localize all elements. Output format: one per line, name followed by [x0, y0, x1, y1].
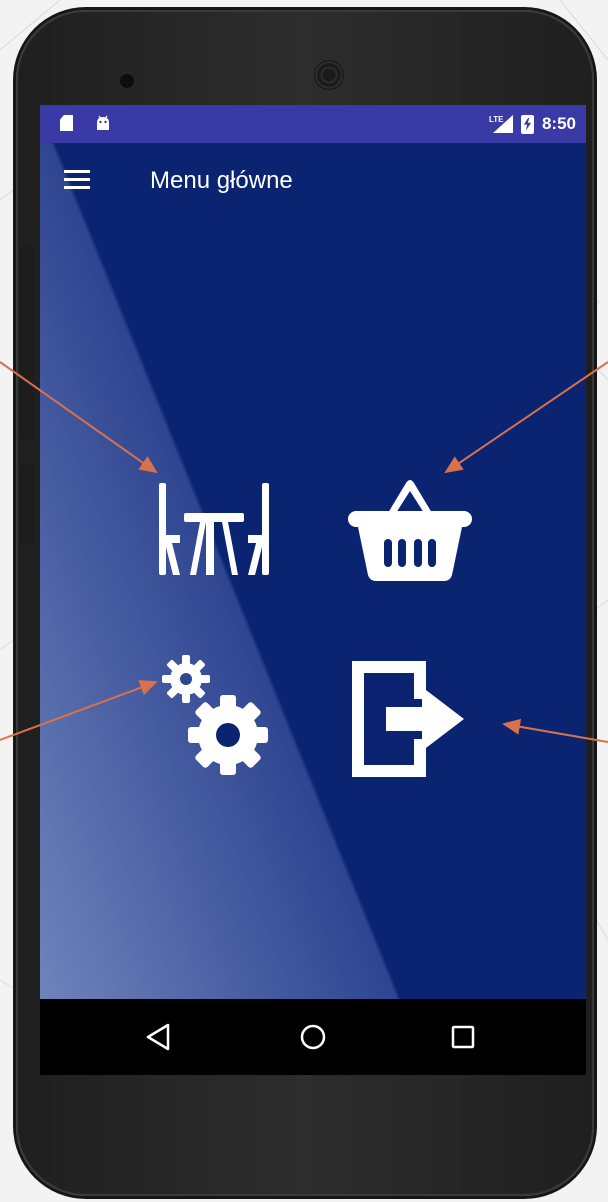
power-button [20, 465, 34, 545]
shopping-basket-icon [348, 480, 472, 581]
status-time: 8:50 [541, 114, 576, 133]
page-title: Menu główne [150, 167, 293, 194]
table-chairs-icon [159, 483, 269, 575]
navigation-bar [40, 999, 586, 1075]
orders-button[interactable] [340, 453, 480, 593]
lte-signal-icon: LTE [489, 115, 513, 133]
sd-card-icon [60, 115, 73, 131]
earpiece-speaker [314, 60, 344, 90]
home-icon[interactable] [295, 1019, 331, 1055]
back-icon[interactable] [140, 1019, 176, 1055]
battery-charging-icon [520, 114, 534, 134]
phone-screen: LTE 8:50 Menu główne [40, 105, 586, 1075]
android-icon [97, 115, 109, 130]
settings-button[interactable] [140, 643, 280, 783]
logout-icon [352, 661, 464, 777]
front-camera [120, 74, 134, 88]
settings-gears-icon [162, 655, 268, 775]
recents-icon[interactable] [445, 1019, 481, 1055]
tables-button[interactable] [140, 453, 280, 593]
network-label: LTE [488, 115, 504, 124]
status-bar: LTE 8:50 [40, 105, 586, 143]
logout-button[interactable] [340, 643, 480, 783]
volume-button [20, 245, 34, 440]
main-menu-screen: Menu główne [40, 143, 586, 999]
hamburger-menu-icon[interactable] [62, 169, 92, 191]
